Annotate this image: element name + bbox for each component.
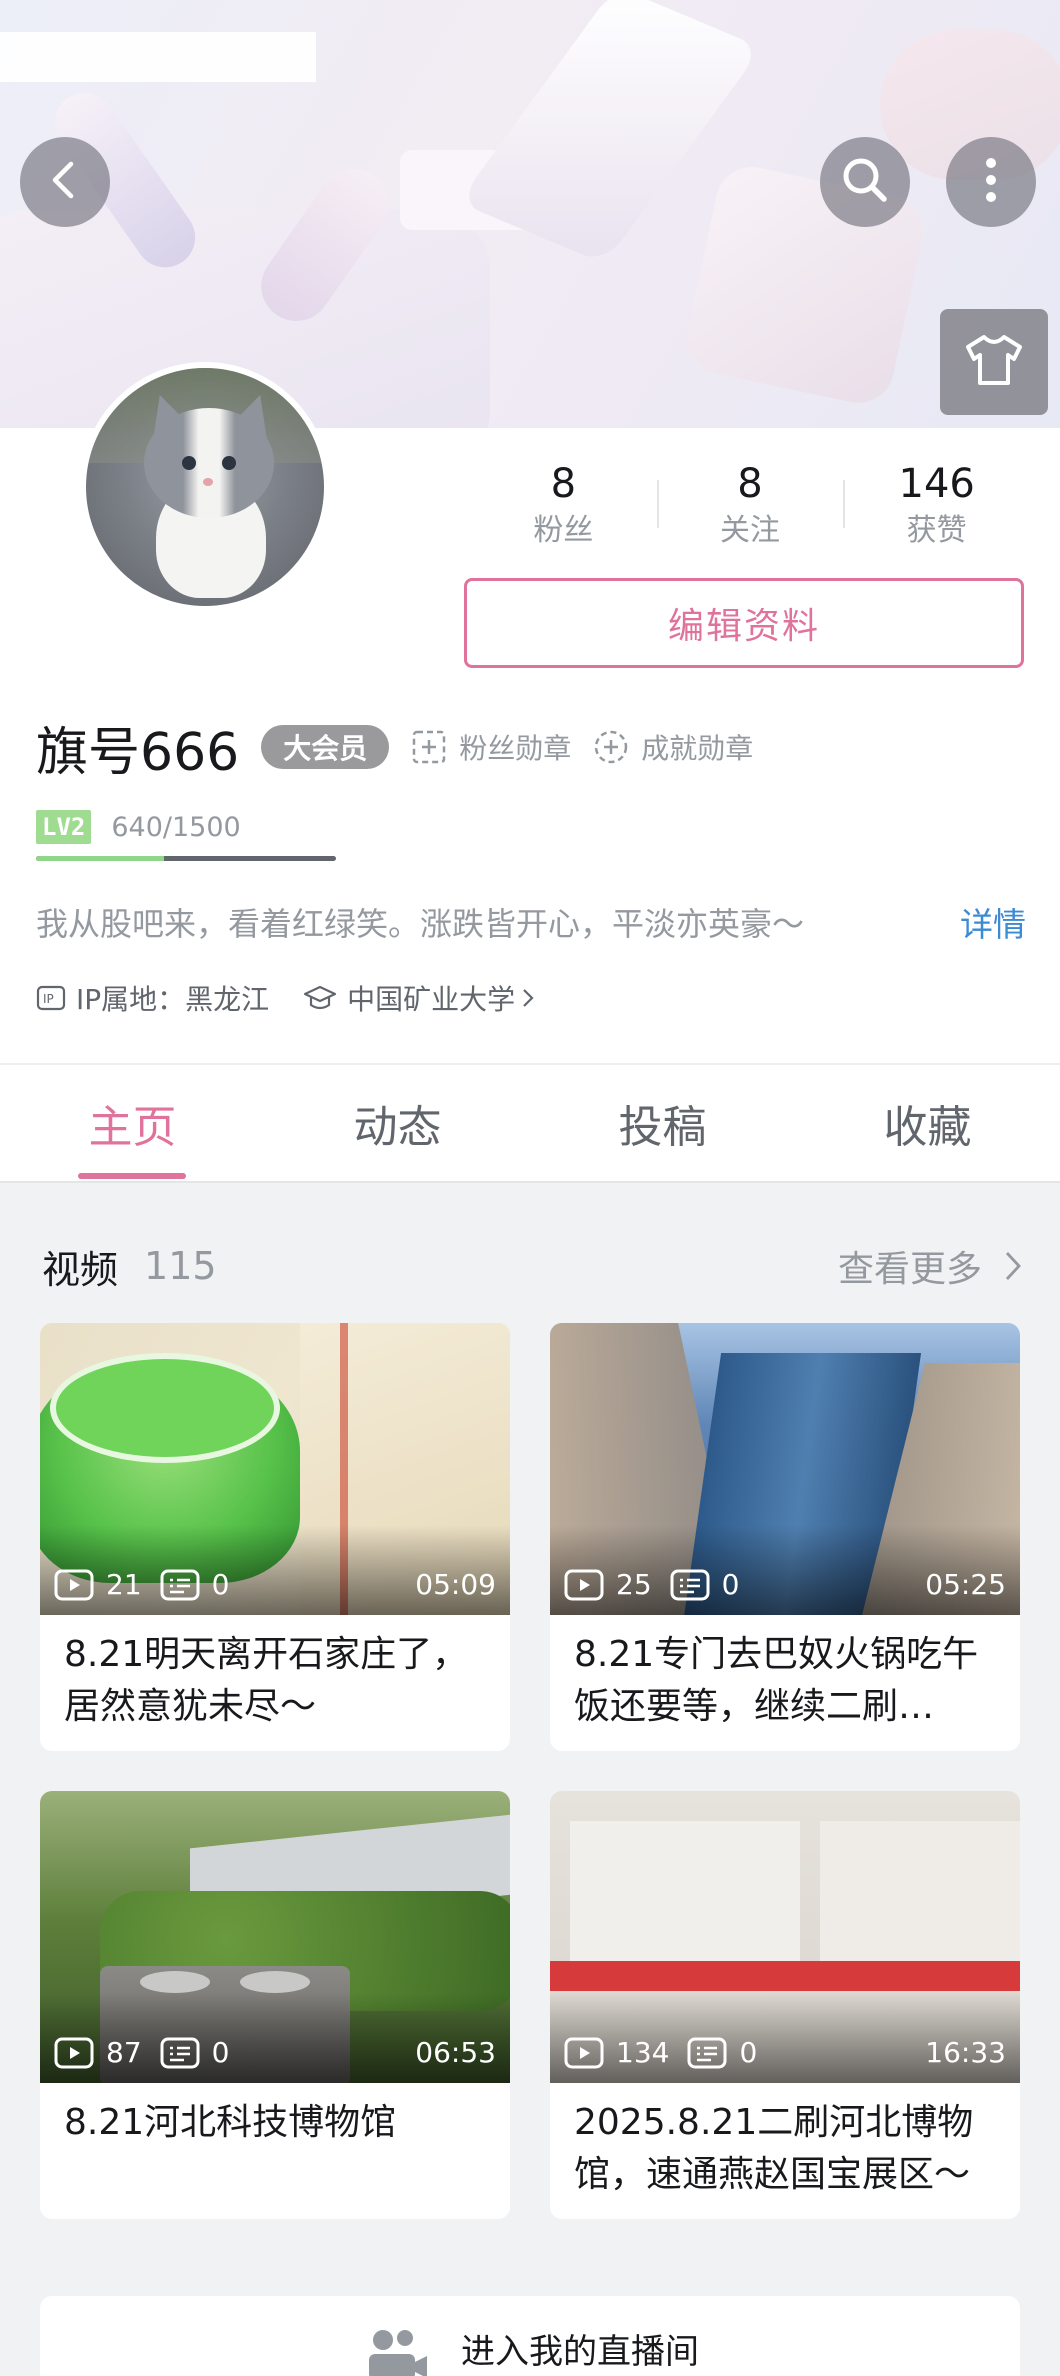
video-title[interactable]: 2025.8.21二刷河北博物馆，速通燕赵国宝展区～ — [550, 2083, 1020, 2203]
view-more-label: 查看更多 — [837, 1249, 982, 1290]
danmaku-count: 0 — [211, 2036, 230, 2069]
svg-text:IP: IP — [43, 992, 54, 1006]
danmaku-icon — [687, 2037, 727, 2069]
stat-label: 获赞 — [906, 513, 967, 548]
graduation-cap-icon — [303, 984, 337, 1012]
tab-home[interactable]: 主页 — [0, 1065, 265, 1181]
video-thumbnail[interactable]: 134 0 16:33 — [550, 1791, 1020, 2083]
achievement-medal-button[interactable]: 成就勋章 — [593, 727, 753, 767]
video-duration: 16:33 — [925, 2036, 1006, 2069]
tab-uploads[interactable]: 投稿 — [530, 1065, 795, 1181]
search-icon — [838, 153, 892, 211]
chevron-right-icon — [521, 987, 535, 1009]
profile-stats: 8 粉丝 8 关注 146 获赞 — [470, 460, 1030, 550]
more-vertical-icon — [981, 155, 1001, 209]
video-duration: 05:09 — [415, 1568, 496, 1601]
stat-value: 8 — [550, 461, 577, 507]
danmaku-count: 0 — [721, 1568, 740, 1601]
video-thumbnail[interactable]: 25 0 05:25 — [550, 1323, 1020, 1615]
vip-badge[interactable]: 大会员 — [261, 725, 390, 769]
level-row[interactable]: LV2 640/1500 — [36, 810, 241, 844]
danmaku-count: 0 — [739, 2036, 758, 2069]
exp-progress-bar — [36, 856, 336, 861]
video-card[interactable]: 21 0 05:09 8.21明天离开石家庄了，居然意犹未尽～ — [40, 1323, 510, 1751]
add-medal-icon — [411, 729, 447, 765]
play-count: 21 — [106, 1568, 142, 1601]
level-badge: LV2 — [36, 810, 92, 844]
video-title[interactable]: 8.21专门去巴奴火锅吃午饭还要等，继续二刷… — [550, 1615, 1020, 1735]
play-count: 87 — [106, 2036, 142, 2069]
danmaku-icon — [160, 2037, 200, 2069]
stat-value: 146 — [898, 461, 975, 507]
school-name: 中国矿业大学 — [347, 983, 516, 1016]
back-arrow-icon — [43, 158, 87, 206]
tab-favorites[interactable]: 收藏 — [795, 1065, 1060, 1181]
play-count-icon — [54, 2037, 94, 2069]
add-medal-icon — [593, 729, 629, 765]
tshirt-icon — [964, 333, 1024, 391]
tab-dynamics[interactable]: 动态 — [265, 1065, 530, 1181]
video-title[interactable]: 8.21明天离开石家庄了，居然意犹未尽～ — [40, 1615, 510, 1735]
avatar[interactable] — [80, 362, 330, 612]
ip-icon: IP — [36, 985, 66, 1011]
video-meta: 21 0 05:09 — [54, 1568, 496, 1601]
fan-medal-label: 粉丝勋章 — [459, 732, 572, 765]
stat-following[interactable]: 8 关注 — [656, 460, 844, 550]
stat-fans[interactable]: 8 粉丝 — [470, 460, 657, 550]
signature-row: 我从股吧来，看着红绿笑。涨跌皆开心，平淡亦英豪～ 详情 — [36, 898, 1026, 946]
videos-count: 115 — [144, 1244, 217, 1288]
video-duration: 06:53 — [415, 2036, 496, 2069]
more-button[interactable] — [946, 137, 1036, 227]
profile-tabs: 主页 动态 投稿 收藏 — [0, 1063, 1060, 1183]
signature: 我从股吧来，看着红绿笑。涨跌皆开心，平淡亦英豪～ — [36, 905, 805, 943]
profile-banner — [0, 0, 1060, 428]
chevron-right-icon — [1004, 1249, 1022, 1283]
video-thumbnail[interactable]: 87 0 06:53 — [40, 1791, 510, 2083]
exp-text: 640/1500 — [111, 811, 241, 843]
video-meta: 25 0 05:25 — [564, 1568, 1006, 1601]
fan-medal-button[interactable]: 粉丝勋章 — [411, 727, 571, 767]
video-thumbnail[interactable]: 21 0 05:09 — [40, 1323, 510, 1615]
play-count: 134 — [616, 2036, 670, 2069]
name-row: 旗号666 大会员 粉丝勋章 成就勋章 — [36, 712, 753, 783]
stat-label: 粉丝 — [533, 513, 594, 548]
live-room-entry[interactable]: 进入我的直播间 — [40, 2296, 1020, 2376]
play-count-icon — [564, 2037, 604, 2069]
status-bar — [0, 32, 316, 82]
ip-location: IP属地：黑龙江 — [76, 983, 270, 1016]
stat-label: 关注 — [720, 513, 780, 548]
videos-title: 视频 — [42, 1247, 119, 1292]
live-room-label: 进入我的直播间 — [461, 2332, 699, 2372]
video-meta: 134 0 16:33 — [564, 2036, 1006, 2069]
back-button[interactable] — [20, 137, 110, 227]
search-button[interactable] — [820, 137, 910, 227]
stat-value: 8 — [737, 461, 763, 507]
video-duration: 05:25 — [925, 1568, 1006, 1601]
dress-up-button[interactable] — [940, 309, 1048, 415]
exp-progress-fill — [36, 856, 165, 861]
video-meta: 87 0 06:53 — [54, 2036, 496, 2069]
danmaku-icon — [670, 1569, 710, 1601]
video-card[interactable]: 134 0 16:33 2025.8.21二刷河北博物馆，速通燕赵国宝展区～ — [550, 1791, 1020, 2219]
play-count: 25 — [616, 1568, 652, 1601]
school-link[interactable]: 中国矿业大学 — [303, 978, 545, 1018]
signature-detail-link[interactable]: 详情 — [960, 898, 1026, 946]
danmaku-count: 0 — [211, 1568, 230, 1601]
live-room-icon — [361, 2324, 431, 2376]
info-row: IP IP属地：黑龙江 中国矿业大学 — [36, 978, 545, 1018]
play-count-icon — [54, 1569, 94, 1601]
video-title[interactable]: 8.21河北科技博物馆 — [40, 2083, 510, 2203]
username: 旗号666 — [36, 722, 240, 783]
videos-section-header: 视频 115 查看更多 — [42, 1236, 1022, 1296]
stat-likes[interactable]: 146 获赞 — [843, 460, 1030, 550]
danmaku-icon — [160, 1569, 200, 1601]
view-more-link[interactable]: 查看更多 — [838, 1240, 1022, 1292]
play-count-icon — [564, 1569, 604, 1601]
edit-profile-button[interactable]: 编辑资料 — [464, 578, 1024, 668]
video-card[interactable]: 25 0 05:25 8.21专门去巴奴火锅吃午饭还要等，继续二刷… — [550, 1323, 1020, 1751]
video-card[interactable]: 87 0 06:53 8.21河北科技博物馆 — [40, 1791, 510, 2219]
achievement-medal-label: 成就勋章 — [641, 732, 754, 765]
